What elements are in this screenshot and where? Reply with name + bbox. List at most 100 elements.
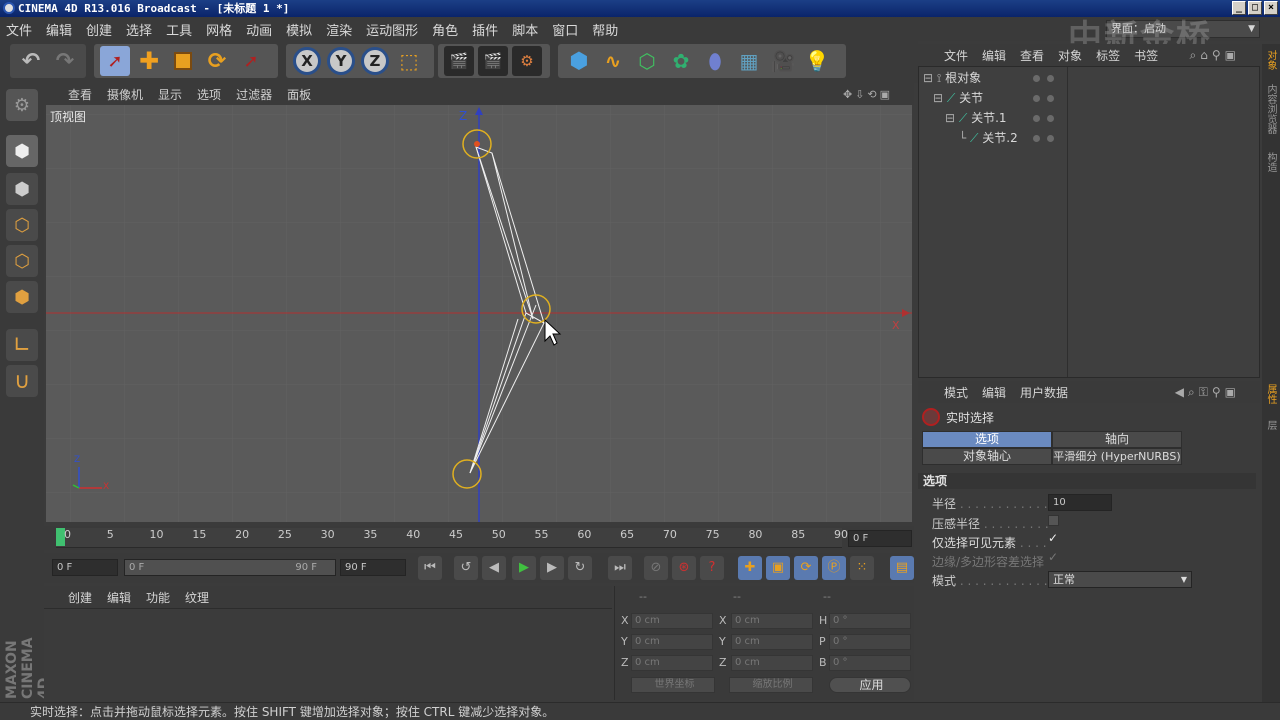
go-to-start-icon[interactable]: ⏮ <box>418 556 442 580</box>
maximize-button[interactable]: □ <box>1248 1 1262 15</box>
frame-range-slider[interactable]: 0 F 90 F <box>124 559 336 576</box>
film-strip-icon[interactable]: ▤ <box>890 556 914 580</box>
record-keys-icon[interactable]: ⊘ <box>644 556 668 580</box>
vp-menu-filter[interactable]: 过滤器 <box>236 86 272 103</box>
cube-icon[interactable]: ⬢ <box>564 46 594 76</box>
apply-button[interactable]: 应用 <box>829 677 911 693</box>
max-frame-field[interactable]: 90 F <box>340 559 406 576</box>
object-tree[interactable]: ⊟ ⟟ 根对象 ⊟ ⟋ 关节 ⊟ ⟋ 关节.1 └ ⟋ 关节.2 <box>918 66 1260 378</box>
spline-icon[interactable]: ∿ <box>598 46 628 76</box>
current-frame-field[interactable]: 0 F <box>52 559 118 576</box>
next-frame-icon[interactable]: ▶ <box>540 556 564 580</box>
menu-animate[interactable]: 动画 <box>246 20 272 39</box>
array-icon[interactable]: ✿ <box>666 46 696 76</box>
vp-menu-panel[interactable]: 面板 <box>287 86 311 103</box>
menu-mograph[interactable]: 运动图形 <box>366 20 418 39</box>
tab-structure[interactable]: 构造 <box>1264 152 1278 172</box>
camera-icon[interactable]: 🎥 <box>768 46 798 76</box>
tree-item-joint-2[interactable]: └ ⟋ 关节.2 <box>959 129 1018 147</box>
snap-magnet-icon[interactable]: ∪ <box>6 365 38 397</box>
menu-script[interactable]: 脚本 <box>512 20 538 39</box>
visibility-dot[interactable] <box>1033 75 1040 82</box>
menu-plugins[interactable]: 插件 <box>472 20 498 39</box>
timeline[interactable]: 0 5 10 15 20 25 30 35 40 45 50 55 60 65 70 75 80 85 90 0 F <box>44 526 914 550</box>
menu-character[interactable]: 角色 <box>432 20 458 39</box>
tab-axis[interactable]: 轴向 <box>1052 431 1182 448</box>
polygons-mode-icon[interactable]: ⬢ <box>6 281 38 313</box>
rot-p-field[interactable]: 0 ° <box>829 634 911 650</box>
tab-hypernurbs[interactable]: 平滑细分 (HyperNURBS) <box>1052 448 1182 465</box>
edges-mode-icon[interactable]: ⬡ <box>6 245 38 277</box>
previous-frame-icon[interactable]: ◀ <box>482 556 506 580</box>
visibility-dot[interactable] <box>1033 115 1040 122</box>
visibility-dot[interactable] <box>1047 115 1054 122</box>
visibility-dot[interactable] <box>1047 135 1054 142</box>
move-icon[interactable]: ✚ <box>134 46 164 76</box>
tab-objects[interactable]: 对象 <box>1264 50 1278 70</box>
visible-only-checkbox[interactable]: ✓ <box>1048 532 1059 544</box>
texture-mode-icon[interactable]: ⬢ <box>6 173 38 205</box>
menu-select[interactable]: 选择 <box>126 20 152 39</box>
pos-x-field[interactable]: 0 cm <box>631 613 713 629</box>
viewport-nav-icons[interactable]: ✥⇩⟲▣ <box>843 88 893 101</box>
menu-mesh[interactable]: 网格 <box>206 20 232 39</box>
render-picture-viewer-icon[interactable]: 🎬 <box>478 46 508 76</box>
scale-mode-dropdown[interactable]: 缩放比例 <box>729 677 813 693</box>
record-rotation-icon[interactable]: ⟳ <box>794 556 818 580</box>
close-button[interactable]: × <box>1264 1 1278 15</box>
model-mode-icon[interactable]: ⬢ <box>6 135 38 167</box>
size-y-field[interactable]: 0 cm <box>731 634 813 650</box>
vp-menu-display[interactable]: 显示 <box>158 86 182 103</box>
redo-icon[interactable]: ↷ <box>50 46 80 76</box>
obj-manager-icons[interactable]: ⌕⌂⚲▣ <box>1190 48 1240 63</box>
attr-menu-userdata[interactable]: 用户数据 <box>1020 384 1068 401</box>
tab-attributes[interactable]: 属性 <box>1264 384 1278 404</box>
points-mode-icon[interactable]: ⬡ <box>6 209 38 241</box>
tab-layers[interactable]: 层 <box>1264 420 1278 430</box>
tab-object-axis[interactable]: 对象轴心 <box>922 448 1052 465</box>
obj-menu-file[interactable]: 文件 <box>944 47 968 64</box>
menu-tools[interactable]: 工具 <box>166 20 192 39</box>
recent-tool-icon[interactable]: ➚ <box>236 46 266 76</box>
light-icon[interactable]: 💡 <box>802 46 832 76</box>
tree-item-joint[interactable]: ⊟ ⟋ 关节 <box>933 89 983 107</box>
material-area[interactable] <box>44 608 612 700</box>
mat-menu-edit[interactable]: 编辑 <box>107 589 131 606</box>
visibility-dot[interactable] <box>1033 95 1040 102</box>
nurbs-icon[interactable]: ⬡ <box>632 46 662 76</box>
keyframe-selection-icon[interactable]: ? <box>700 556 724 580</box>
obj-menu-view[interactable]: 查看 <box>1020 47 1044 64</box>
render-view-icon[interactable]: 🎬 <box>444 46 474 76</box>
attr-menu-mode[interactable]: 模式 <box>944 384 968 401</box>
size-z-field[interactable]: 0 cm <box>731 655 813 671</box>
vp-menu-cameras[interactable]: 摄像机 <box>107 86 143 103</box>
attr-menu-edit[interactable]: 编辑 <box>982 384 1006 401</box>
mat-menu-function[interactable]: 功能 <box>146 589 170 606</box>
size-x-field[interactable]: 0 cm <box>731 613 813 629</box>
tab-options[interactable]: 选项 <box>922 431 1052 448</box>
menu-edit[interactable]: 编辑 <box>46 20 72 39</box>
record-parameter-icon[interactable]: Ⓟ <box>822 556 846 580</box>
obj-menu-tags[interactable]: 标签 <box>1096 47 1120 64</box>
rotate-icon[interactable]: ⟳ <box>202 46 232 76</box>
tab-content-browser[interactable]: 内容浏览器 <box>1264 84 1278 134</box>
menu-simulate[interactable]: 模拟 <box>286 20 312 39</box>
tree-item-root[interactable]: ⊟ ⟟ 根对象 <box>923 69 981 87</box>
next-key-icon[interactable]: ↻ <box>568 556 592 580</box>
autokey-icon[interactable]: ⊛ <box>672 556 696 580</box>
visibility-dot[interactable] <box>1047 75 1054 82</box>
y-axis-lock-icon[interactable]: Y <box>327 47 355 75</box>
mat-menu-create[interactable]: 创建 <box>68 589 92 606</box>
minimize-button[interactable]: _ <box>1232 1 1246 15</box>
axis-mode-icon[interactable]: ∟ <box>6 329 38 361</box>
z-axis-lock-icon[interactable]: Z <box>361 47 389 75</box>
menu-create[interactable]: 创建 <box>86 20 112 39</box>
scale-icon[interactable] <box>168 46 198 76</box>
obj-menu-edit[interactable]: 编辑 <box>982 47 1006 64</box>
menu-help[interactable]: 帮助 <box>592 20 618 39</box>
tree-item-joint-1[interactable]: ⊟ ⟋ 关节.1 <box>945 109 1007 127</box>
play-icon[interactable]: ▶ <box>512 556 536 580</box>
pressure-checkbox[interactable] <box>1048 515 1059 526</box>
x-axis-lock-icon[interactable]: X <box>293 47 321 75</box>
menu-render[interactable]: 渲染 <box>326 20 352 39</box>
